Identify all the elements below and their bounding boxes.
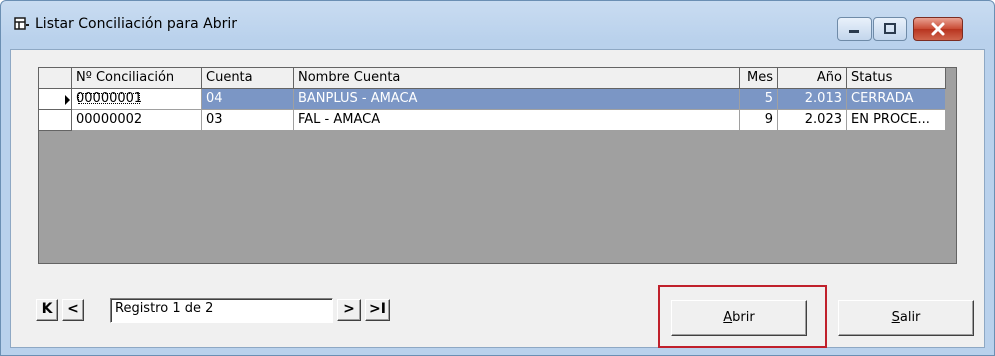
column-header-cuenta[interactable]: Cuenta [202,68,294,89]
maximize-icon [884,23,896,34]
exit-button[interactable]: Salir [838,300,974,336]
next-record-icon: > [343,301,355,317]
previous-record-button[interactable]: < [62,299,84,321]
maximize-button[interactable] [873,17,907,41]
cell-mes[interactable]: 9 [740,110,778,131]
column-header-anio[interactable]: Año [778,68,847,89]
open-button-label: Abrir [723,310,755,325]
cell-conciliacion[interactable]: 00000002 [72,110,202,131]
cell-anio[interactable]: 2.023 [778,110,847,131]
exit-button-label: Salir [891,310,921,325]
cell-nombre-cuenta[interactable]: BANPLUS - AMACA [294,89,740,110]
close-icon [931,22,945,36]
table-row[interactable]: 00000002 03 FAL - AMACA 9 2.023 EN PROCE… [39,110,946,131]
record-position-field[interactable]: Registro 1 de 2 [110,298,333,323]
column-header-mes[interactable]: Mes [740,68,778,89]
last-record-icon: >I [369,301,386,317]
cell-status[interactable]: EN PROCE... [847,110,946,131]
minimize-button[interactable] [837,17,872,41]
next-record-button[interactable]: > [337,299,361,321]
window-title: Listar Conciliación para Abrir [35,16,238,32]
cell-anio[interactable]: 2.013 [778,89,847,110]
minimize-icon [849,30,859,33]
dialog-body: Nº Conciliación Cuenta Nombre Cuenta Mes… [10,49,985,348]
column-header-conciliacion[interactable]: Nº Conciliación [72,68,202,89]
window: Listar Conciliación para Abrir Nº Concil… [0,0,995,356]
cell-cuenta[interactable]: 03 [202,110,294,131]
cell-nombre-cuenta[interactable]: FAL - AMACA [294,110,740,131]
previous-record-icon: < [67,301,79,317]
conciliation-grid[interactable]: Nº Conciliación Cuenta Nombre Cuenta Mes… [38,67,957,264]
column-header-status[interactable]: Status [847,68,946,89]
open-button[interactable]: Abrir [671,300,807,336]
cell-conciliacion-value: 00000001 [76,91,143,106]
cell-conciliacion[interactable]: 00000001 [72,89,202,110]
column-header-nombre-cuenta[interactable]: Nombre Cuenta [294,68,740,89]
title-bar[interactable]: Listar Conciliación para Abrir [1,1,994,49]
cell-cuenta[interactable]: 04 [202,89,294,110]
cell-status[interactable]: CERRADA [847,89,946,110]
record-position-text: Registro 1 de 2 [115,301,214,316]
table-window-icon [14,17,29,30]
row-indicator[interactable] [39,110,72,131]
first-record-icon: K [41,301,53,317]
close-button[interactable] [913,17,963,41]
header-indicator-cell [39,68,72,89]
last-record-button[interactable]: >I [365,299,390,321]
first-record-button[interactable]: K [36,299,58,321]
cell-mes[interactable]: 5 [740,89,778,110]
grid-header: Nº Conciliación Cuenta Nombre Cuenta Mes… [39,68,946,89]
row-indicator[interactable] [39,89,72,110]
table-row[interactable]: 00000001 04 BANPLUS - AMACA 5 2.013 CERR… [39,89,946,110]
current-row-arrow-icon [65,95,70,105]
